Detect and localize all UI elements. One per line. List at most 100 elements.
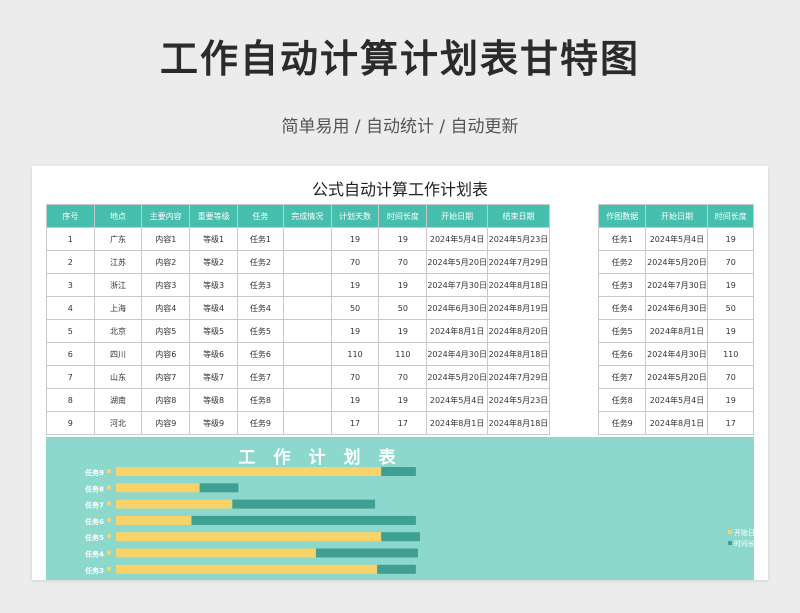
plan-cell[interactable]: 1 — [46, 227, 95, 251]
plan-cell[interactable]: 110 — [378, 342, 428, 366]
plan-cell[interactable]: 四川 — [93, 342, 143, 366]
plan-cell[interactable]: 任务9 — [237, 411, 284, 435]
plan-cell[interactable]: 等级9 — [189, 411, 239, 435]
source-cell[interactable]: 19 — [707, 227, 754, 251]
plan-cell[interactable]: 70 — [330, 365, 380, 389]
plan-cell[interactable]: 2024年4月30日 — [426, 342, 488, 366]
plan-cell[interactable]: 任务5 — [237, 319, 284, 343]
plan-cell[interactable]: 任务6 — [237, 342, 284, 366]
plan-cell[interactable]: 70 — [378, 365, 428, 389]
source-cell[interactable]: 19 — [707, 319, 754, 343]
plan-cell[interactable]: 广东 — [93, 227, 143, 251]
plan-cell[interactable]: 2024年8月18日 — [486, 273, 551, 297]
plan-cell[interactable] — [282, 227, 332, 251]
plan-cell[interactable]: 2024年5月4日 — [426, 227, 488, 251]
plan-cell[interactable]: 7 — [46, 365, 95, 389]
source-cell[interactable]: 任务3 — [597, 273, 647, 297]
plan-cell[interactable]: 等级2 — [189, 250, 239, 274]
plan-cell[interactable]: 任务1 — [237, 227, 284, 251]
source-cell[interactable]: 2024年5月4日 — [645, 388, 709, 412]
plan-cell[interactable]: 70 — [378, 250, 428, 274]
plan-cell[interactable]: 北京 — [93, 319, 143, 343]
plan-cell[interactable]: 等级3 — [189, 273, 239, 297]
plan-cell[interactable]: 19 — [378, 388, 428, 412]
plan-cell[interactable]: 上海 — [93, 296, 143, 320]
source-cell[interactable]: 任务9 — [597, 411, 647, 435]
source-cell[interactable]: 19 — [707, 388, 754, 412]
plan-cell[interactable]: 2024年7月30日 — [426, 273, 488, 297]
source-cell[interactable]: 2024年5月4日 — [645, 227, 709, 251]
plan-cell[interactable]: 内容2 — [141, 250, 191, 274]
plan-cell[interactable]: 2024年5月20日 — [426, 250, 488, 274]
plan-cell[interactable]: 内容7 — [141, 365, 191, 389]
source-cell[interactable]: 任务2 — [597, 250, 647, 274]
plan-cell[interactable]: 2024年8月20日 — [486, 319, 551, 343]
plan-cell[interactable]: 内容3 — [141, 273, 191, 297]
source-cell[interactable]: 任务8 — [597, 388, 647, 412]
plan-cell[interactable]: 等级1 — [189, 227, 239, 251]
plan-cell[interactable]: 5 — [46, 319, 95, 343]
source-cell[interactable]: 2024年6月30日 — [645, 296, 709, 320]
plan-cell[interactable]: 4 — [46, 296, 95, 320]
source-cell[interactable]: 70 — [707, 250, 754, 274]
plan-cell[interactable]: 2024年8月1日 — [426, 411, 488, 435]
plan-cell[interactable]: 19 — [378, 319, 428, 343]
source-cell[interactable]: 50 — [707, 296, 754, 320]
plan-cell[interactable]: 内容4 — [141, 296, 191, 320]
plan-cell[interactable]: 任务2 — [237, 250, 284, 274]
plan-cell[interactable]: 2024年6月30日 — [426, 296, 488, 320]
plan-cell[interactable]: 2024年5月23日 — [486, 388, 551, 412]
source-cell[interactable]: 70 — [707, 365, 754, 389]
plan-cell[interactable]: 19 — [330, 273, 380, 297]
plan-cell[interactable]: 任务7 — [237, 365, 284, 389]
plan-cell[interactable]: 2024年5月20日 — [426, 365, 488, 389]
plan-cell[interactable]: 山东 — [93, 365, 143, 389]
plan-cell[interactable]: 任务3 — [237, 273, 284, 297]
plan-cell[interactable]: 2024年5月4日 — [426, 388, 488, 412]
plan-cell[interactable]: 3 — [46, 273, 95, 297]
source-cell[interactable]: 任务1 — [597, 227, 647, 251]
plan-cell[interactable]: 内容1 — [141, 227, 191, 251]
plan-cell[interactable]: 湖南 — [93, 388, 143, 412]
plan-cell[interactable]: 内容5 — [141, 319, 191, 343]
plan-cell[interactable] — [282, 273, 332, 297]
plan-cell[interactable]: 等级5 — [189, 319, 239, 343]
source-cell[interactable]: 17 — [707, 411, 754, 435]
plan-cell[interactable]: 等级6 — [189, 342, 239, 366]
plan-cell[interactable]: 17 — [330, 411, 380, 435]
plan-cell[interactable]: 河北 — [93, 411, 143, 435]
plan-cell[interactable]: 2024年5月23日 — [486, 227, 551, 251]
plan-cell[interactable]: 110 — [330, 342, 380, 366]
plan-cell[interactable] — [282, 411, 332, 435]
plan-cell[interactable]: 8 — [46, 388, 95, 412]
plan-cell[interactable]: 任务8 — [237, 388, 284, 412]
plan-cell[interactable]: 50 — [378, 296, 428, 320]
plan-cell[interactable] — [282, 342, 332, 366]
plan-cell[interactable] — [282, 365, 332, 389]
plan-cell[interactable]: 9 — [46, 411, 95, 435]
plan-cell[interactable]: 2024年8月18日 — [486, 411, 551, 435]
plan-cell[interactable]: 内容8 — [141, 388, 191, 412]
source-cell[interactable]: 任务6 — [597, 342, 647, 366]
plan-cell[interactable] — [282, 319, 332, 343]
plan-cell[interactable]: 浙江 — [93, 273, 143, 297]
plan-cell[interactable]: 70 — [330, 250, 380, 274]
source-cell[interactable]: 19 — [707, 273, 754, 297]
plan-cell[interactable] — [282, 296, 332, 320]
plan-cell[interactable]: 2024年7月29日 — [486, 365, 551, 389]
source-cell[interactable]: 2024年5月20日 — [645, 250, 709, 274]
source-cell[interactable]: 2024年4月30日 — [645, 342, 709, 366]
plan-cell[interactable]: 等级4 — [189, 296, 239, 320]
plan-cell[interactable]: 6 — [46, 342, 95, 366]
plan-cell[interactable]: 等级8 — [189, 388, 239, 412]
plan-cell[interactable]: 任务4 — [237, 296, 284, 320]
source-cell[interactable]: 110 — [707, 342, 754, 366]
plan-cell[interactable]: 2024年8月18日 — [486, 342, 551, 366]
plan-cell[interactable]: 17 — [378, 411, 428, 435]
plan-cell[interactable]: 2 — [46, 250, 95, 274]
source-cell[interactable]: 2024年8月1日 — [645, 411, 709, 435]
plan-cell[interactable]: 2024年8月1日 — [426, 319, 488, 343]
plan-cell[interactable]: 19 — [330, 388, 380, 412]
plan-cell[interactable] — [282, 388, 332, 412]
source-cell[interactable]: 任务5 — [597, 319, 647, 343]
